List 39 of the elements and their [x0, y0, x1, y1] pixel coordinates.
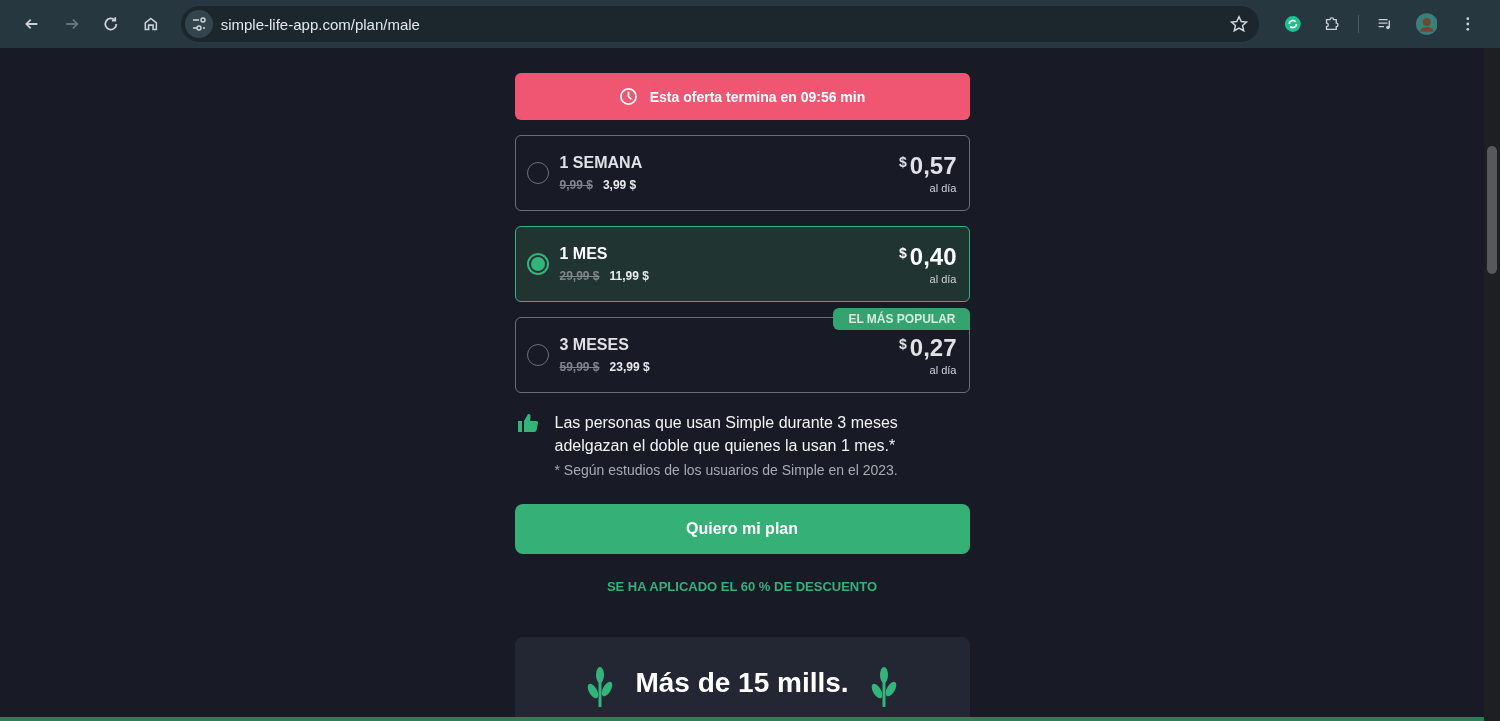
- original-price: 9,99 $: [559, 178, 593, 192]
- offer-countdown-text: Esta oferta termina en 09:56 min: [649, 88, 866, 105]
- scrollbar-thumb[interactable]: [1487, 146, 1497, 274]
- popular-badge: EL MÁS POPULAR: [833, 308, 970, 330]
- currency-symbol: $: [899, 336, 907, 352]
- plan-name: 1 MES: [559, 245, 609, 263]
- per-day-label: al día: [929, 364, 957, 376]
- daily-price: 0,57: [909, 152, 957, 180]
- original-price: 59,99 $: [559, 360, 600, 374]
- thumbs-up-icon: [516, 413, 539, 433]
- url-text: simple-life-app.com/plan/male: [220, 15, 421, 33]
- bookmark-star-icon[interactable]: [1229, 15, 1248, 33]
- daily-price: 0,27: [909, 334, 957, 362]
- home-icon[interactable]: [142, 15, 160, 33]
- clock-icon: [618, 87, 638, 106]
- plan-name: 3 MESES: [559, 336, 630, 354]
- benefit-text: Las personas que usan Simple durante 3 meses adelgazan el doble que quienes la usan 1 mes.*: [554, 413, 899, 456]
- footnote-text: * Según estudios de los usuarios de Simple en el 2023.: [554, 462, 899, 478]
- profile-avatar-icon[interactable]: [1415, 13, 1438, 35]
- per-day-label: al día: [929, 273, 957, 285]
- discount-notice: SE HA APLICADO EL 60 % DE DESCUENTO: [605, 579, 879, 594]
- discounted-price: 23,99 $: [609, 360, 650, 374]
- radio-button[interactable]: [526, 253, 549, 275]
- stats-title: Más de 15 mills.: [635, 667, 849, 699]
- currency-symbol: $: [899, 245, 907, 261]
- per-day-label: al día: [929, 182, 957, 194]
- discounted-price: 11,99 $: [609, 269, 649, 283]
- plan-option[interactable]: 1 MES 29,99 $ 11,99 $ $0,40 al día: [514, 226, 970, 302]
- currency-symbol: $: [899, 154, 907, 170]
- reload-icon[interactable]: [102, 15, 120, 33]
- plan-name: 1 SEMANA: [559, 154, 644, 172]
- plan-option[interactable]: 1 SEMANA 9,99 $ 3,99 $ $0,57 al día: [514, 135, 970, 211]
- daily-price: 0,40: [909, 243, 957, 271]
- extension-badge-icon[interactable]: [1283, 15, 1302, 33]
- original-price: 29,99 $: [559, 269, 600, 283]
- puzzle-icon[interactable]: [1323, 15, 1342, 33]
- discounted-price: 3,99 $: [602, 178, 637, 192]
- address-bar[interactable]: simple-life-app.com/plan/male: [180, 6, 1259, 42]
- site-settings-icon[interactable]: [184, 10, 213, 38]
